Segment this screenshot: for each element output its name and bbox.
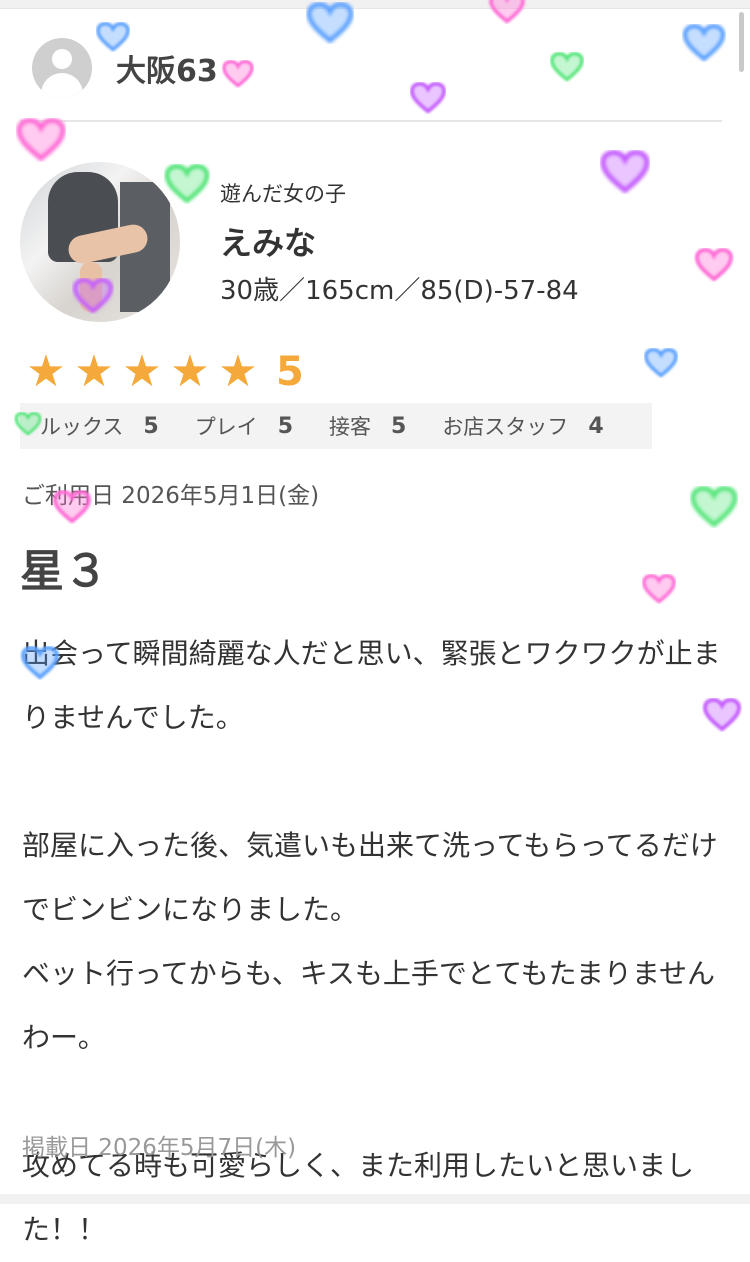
girl-label: 遊んだ女の子 [220, 182, 346, 206]
heart-icon [644, 348, 678, 378]
use-date: ご利用日 2026年5月1日(金) [22, 483, 320, 509]
score-value: 5 [277, 413, 293, 439]
user-avatar-icon [32, 38, 92, 98]
score-label: プレイ [194, 415, 258, 439]
score-value: 5 [391, 413, 407, 439]
post-date: 掲載日 2026年5月7日(木) [22, 1135, 297, 1161]
score-value: 4 [588, 413, 604, 439]
score-looks: ルックス 5 [40, 411, 159, 441]
girl-name[interactable]: えみな [220, 218, 316, 264]
review-title: 星３ [20, 546, 108, 597]
heart-icon [550, 52, 584, 82]
score-breakdown: ルックス 5 プレイ 5 接客 5 お店スタッフ 4 [20, 403, 652, 449]
heart-icon [410, 82, 446, 114]
heart-icon [600, 150, 650, 194]
star-icon: ★ [26, 346, 66, 397]
score-label: ルックス [40, 415, 124, 439]
score-value: 5 [143, 413, 159, 439]
reviewer-header: 大阪63 [32, 38, 218, 98]
heart-icon [164, 164, 210, 204]
reviewer-name: 大阪63 [116, 54, 218, 89]
star-icon: ★ [74, 346, 114, 397]
star-icon: ★ [170, 346, 210, 397]
star-rating: ★ ★ ★ ★ ★ 5 [22, 348, 304, 396]
heart-icon [690, 486, 738, 528]
heart-icon [642, 574, 676, 604]
score-service: 接客 5 [329, 411, 406, 441]
star-icon: ★ [122, 346, 162, 397]
heart-icon [682, 24, 726, 62]
heart-icon [16, 118, 66, 162]
score-staff: お店スタッフ 4 [442, 411, 603, 441]
girl-photo[interactable] [20, 162, 180, 322]
star-icon: ★ [218, 346, 258, 397]
review-body: 出会って瞬間綺麗な人だと思い、緊張とワクワクが止まりませんでした。 部屋に入った… [22, 637, 721, 1246]
bottom-border [0, 1194, 750, 1204]
overall-score: 5 [276, 349, 304, 395]
score-play: プレイ 5 [195, 411, 293, 441]
heart-icon [222, 60, 254, 88]
girl-stats: 30歳／165cm／85(D)-57-84 [220, 276, 579, 306]
score-label: お店スタッフ [442, 415, 569, 439]
divider [20, 120, 722, 122]
top-border [0, 0, 750, 9]
scrollbar[interactable] [739, 12, 744, 72]
heart-icon [695, 248, 733, 282]
score-label: 接客 [329, 415, 371, 439]
